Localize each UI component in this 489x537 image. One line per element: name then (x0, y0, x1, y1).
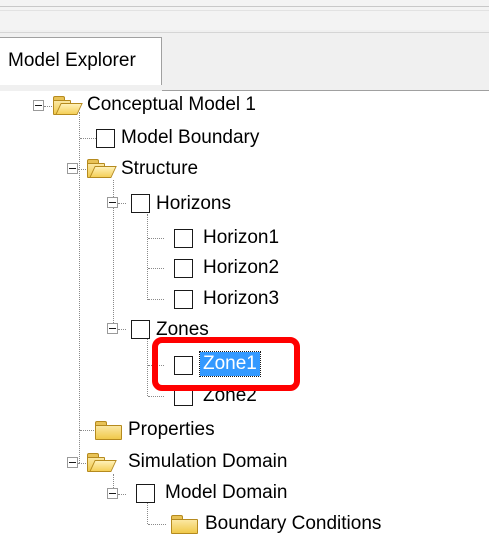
expander-conceptual-model[interactable] (33, 100, 44, 111)
tree-item-simulation-domain[interactable]: Simulation Domain (128, 450, 287, 474)
tree-item-conceptual-model[interactable]: Conceptual Model 1 (87, 93, 256, 117)
expander-zones[interactable] (107, 323, 118, 334)
tree-item-structure[interactable]: Structure (121, 157, 198, 181)
tree-item-horizon3[interactable]: Horizon3 (203, 287, 279, 311)
expander-model-domain[interactable] (107, 488, 118, 499)
horizon2-checkbox[interactable] (174, 259, 193, 278)
model-boundary-checkbox[interactable] (96, 129, 115, 148)
expander-horizons[interactable] (107, 197, 118, 208)
model-domain-checkbox[interactable] (136, 484, 155, 503)
tree-item-zone1[interactable]: Zone1 (199, 351, 261, 377)
tree-item-horizons[interactable]: Horizons (156, 192, 231, 216)
folder-open-icon (86, 158, 117, 178)
tree-item-horizon1[interactable]: Horizon1 (203, 226, 279, 250)
horizons-checkbox[interactable] (131, 194, 150, 213)
tree-item-model-domain[interactable]: Model Domain (165, 481, 288, 505)
horizon1-checkbox[interactable] (174, 229, 193, 248)
tree-item-horizon2[interactable]: Horizon2 (203, 256, 279, 280)
tree-item-model-boundary[interactable]: Model Boundary (121, 126, 259, 150)
folder-open-icon (86, 452, 117, 472)
tree-item-zone2[interactable]: Zone2 (203, 384, 257, 408)
tree-item-boundary-conditions[interactable]: Boundary Conditions (205, 512, 381, 536)
horizon3-checkbox[interactable] (174, 290, 193, 309)
expander-simulation-domain[interactable] (67, 457, 78, 468)
folder-icon (94, 420, 124, 440)
tree-item-zones[interactable]: Zones (156, 318, 209, 342)
tree-item-properties[interactable]: Properties (128, 418, 215, 442)
zones-checkbox[interactable] (131, 320, 150, 339)
expander-structure[interactable] (67, 163, 78, 174)
zone1-checkbox[interactable] (174, 356, 193, 375)
zone2-checkbox[interactable] (174, 387, 193, 406)
folder-open-icon (52, 95, 83, 115)
model-tree: Conceptual Model 1 Model Boundary Struct… (0, 0, 489, 537)
folder-icon (170, 514, 200, 534)
